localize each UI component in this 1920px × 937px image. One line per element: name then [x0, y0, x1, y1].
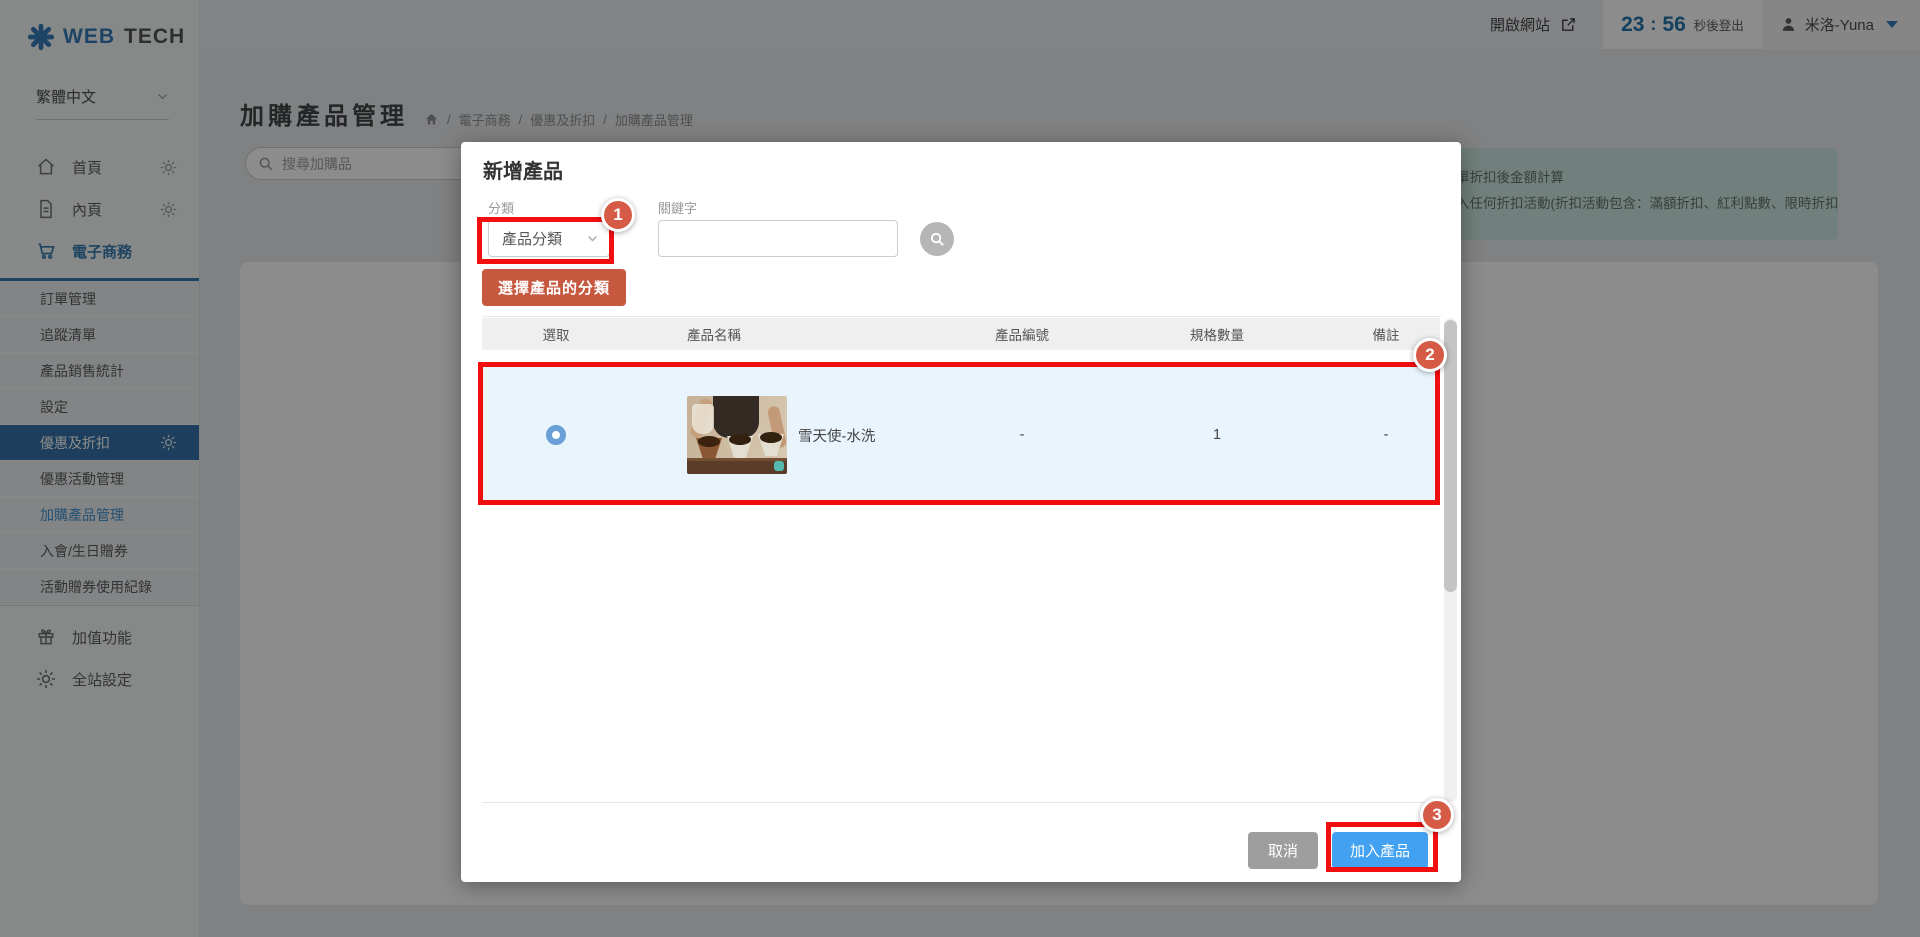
add-product-modal: 新增產品 分類 產品分類 關鍵字 選擇產品的分類 選取 產品名稱 產品編號 規格…	[461, 142, 1461, 882]
category-label: 分類	[488, 198, 514, 217]
column-header-code: 產品編號	[942, 324, 1102, 344]
radio-selected[interactable]	[546, 425, 566, 445]
product-thumbnail	[687, 396, 787, 474]
modal-scrollbar-track[interactable]	[1444, 318, 1457, 802]
chevron-down-icon	[586, 232, 599, 245]
product-name: 雪天使-水洗	[798, 425, 875, 446]
search-icon	[929, 231, 946, 248]
annotation-badge-2: 2	[1413, 338, 1447, 372]
modal-title: 新增產品	[483, 155, 563, 184]
product-table-row-selected[interactable]: 雪天使-水洗 - 1 -	[482, 365, 1440, 505]
modal-search-button[interactable]	[920, 222, 954, 256]
cancel-button[interactable]: 取消	[1248, 832, 1318, 869]
product-spec-qty: 1	[1102, 427, 1332, 443]
column-header-select: 選取	[482, 324, 630, 344]
add-product-button[interactable]: 加入產品	[1332, 832, 1428, 869]
divider	[482, 316, 1440, 317]
category-select[interactable]: 產品分類	[488, 220, 610, 257]
product-note: -	[1332, 427, 1440, 443]
annotation-badge-3: 3	[1420, 798, 1454, 832]
product-table-header: 選取 產品名稱 產品編號 規格數量 備註	[482, 318, 1440, 350]
keyword-label: 關鍵字	[658, 198, 697, 217]
product-code: -	[942, 427, 1102, 443]
keyword-input[interactable]	[658, 220, 898, 257]
choose-product-category-button[interactable]: 選擇產品的分類	[482, 269, 626, 306]
column-header-spec-qty: 規格數量	[1102, 324, 1332, 344]
divider	[482, 802, 1440, 803]
category-select-value: 產品分類	[502, 228, 562, 249]
annotation-badge-1: 1	[601, 198, 635, 232]
column-header-name: 產品名稱	[630, 324, 942, 344]
